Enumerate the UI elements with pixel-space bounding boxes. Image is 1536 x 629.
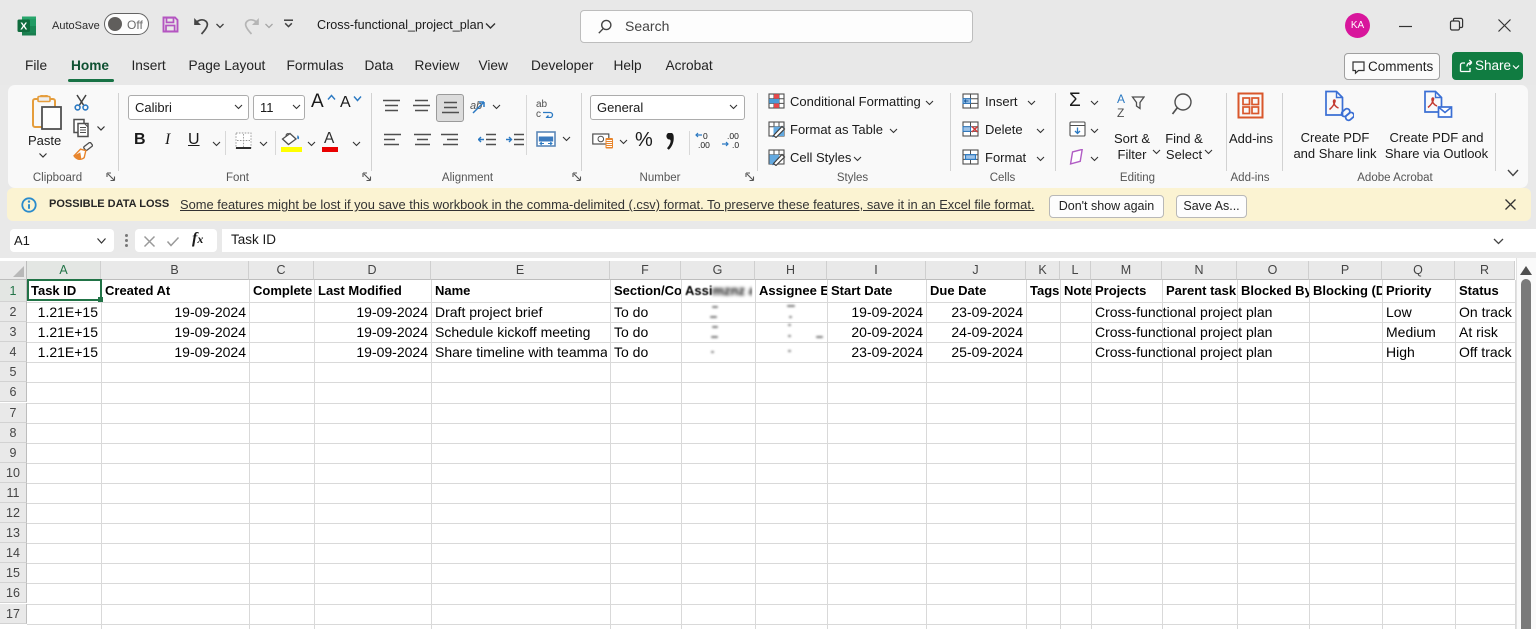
svg-text:X: X [20, 21, 27, 33]
svg-text:Z: Z [1117, 106, 1124, 120]
svg-text:.0: .0 [732, 140, 739, 149]
svg-text:c: c [536, 109, 541, 118]
svg-text:A: A [1117, 92, 1125, 106]
svg-text:.00: .00 [698, 140, 710, 149]
